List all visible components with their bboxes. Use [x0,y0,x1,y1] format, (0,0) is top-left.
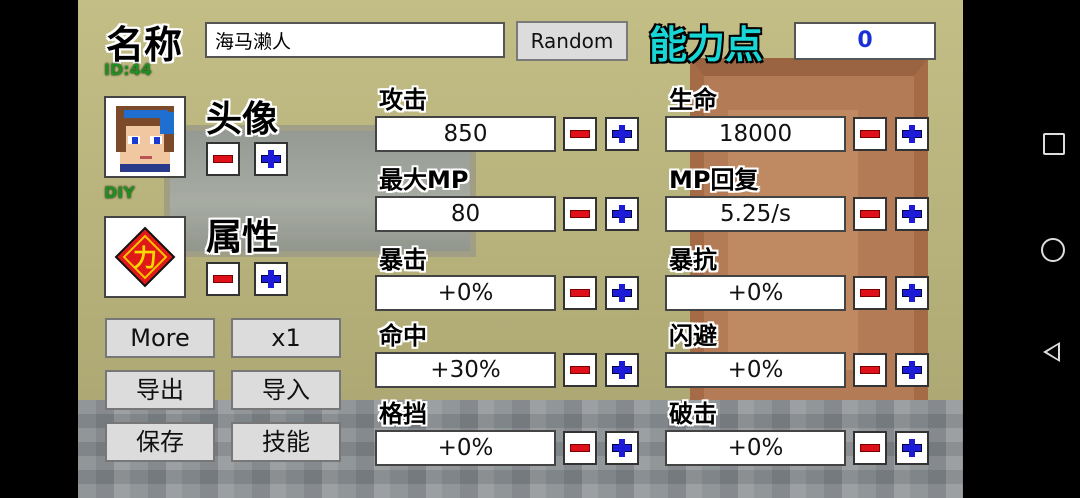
character-id: ID:44 [104,60,152,79]
stat-increase-button[interactable] [895,353,929,387]
random-name-button[interactable]: Random [516,21,628,61]
recent-apps-icon[interactable] [1043,133,1065,155]
stat-increase-button[interactable] [605,197,639,231]
stat-decrease-button[interactable] [853,431,887,465]
stat-decrease-button[interactable] [563,431,597,465]
stat-value: +0% [665,352,846,388]
stat-value: 80 [375,196,556,232]
stat-label: 暴抗 [669,246,717,274]
stat-decrease-button[interactable] [853,276,887,310]
skills-button[interactable]: 技能 [231,422,341,462]
strength-attribute-icon: 力 [114,226,176,288]
ability-points-value: 0 [794,22,936,60]
avatar-label: 头像 [206,99,279,140]
game-screen: 名称 ID:44 海马濑人 Random 能力点 0 头像 DIY 力 属性 M… [78,0,963,498]
diy-label: DIY [104,183,135,202]
attribute-label: 属性 [206,217,279,258]
stat-decrease-button[interactable] [853,353,887,387]
stat-decrease-button[interactable] [853,197,887,231]
stat-value: 5.25/s [665,196,846,232]
attribute-next-button[interactable] [254,262,288,296]
stat-label: 暴击 [379,246,427,274]
ability-points-label: 能力点 [649,23,764,67]
back-icon-inner [1047,345,1058,359]
stat-label: 格挡 [379,400,427,428]
name-input[interactable]: 海马濑人 [205,22,505,58]
stat-value: 18000 [665,116,846,152]
stat-value: +0% [375,275,556,311]
stat-increase-button[interactable] [895,197,929,231]
stat-value: +30% [375,352,556,388]
stat-decrease-button[interactable] [563,197,597,231]
export-button[interactable]: 导出 [105,370,215,410]
stat-increase-button[interactable] [895,431,929,465]
stat-increase-button[interactable] [605,117,639,151]
stat-label: MP回复 [669,166,759,194]
stat-label: 闪避 [669,322,717,350]
home-icon[interactable] [1041,238,1065,262]
attribute-char: 力 [133,244,157,272]
multiplier-button[interactable]: x1 [231,318,341,358]
avatar-next-button[interactable] [254,142,288,176]
stat-value: +0% [665,275,846,311]
attribute-tile[interactable]: 力 [104,216,186,298]
avatar-icon [116,106,174,172]
stat-value: +0% [375,430,556,466]
stat-decrease-button[interactable] [853,117,887,151]
android-nav-bar [963,0,1080,498]
stat-decrease-button[interactable] [563,117,597,151]
stat-increase-button[interactable] [605,353,639,387]
stat-label: 命中 [379,322,427,350]
attribute-prev-button[interactable] [206,262,240,296]
stat-increase-button[interactable] [895,276,929,310]
stat-increase-button[interactable] [605,276,639,310]
avatar-prev-button[interactable] [206,142,240,176]
stat-decrease-button[interactable] [563,353,597,387]
stat-label: 破击 [669,400,717,428]
stat-label: 生命 [669,86,717,114]
avatar-tile[interactable] [104,96,186,178]
more-button[interactable]: More [105,318,215,358]
stat-decrease-button[interactable] [563,276,597,310]
import-button[interactable]: 导入 [231,370,341,410]
stat-value: 850 [375,116,556,152]
stat-increase-button[interactable] [605,431,639,465]
stat-label: 最大MP [379,166,469,194]
stat-value: +0% [665,430,846,466]
stat-increase-button[interactable] [895,117,929,151]
stat-label: 攻击 [379,86,427,114]
save-button[interactable]: 保存 [105,422,215,462]
